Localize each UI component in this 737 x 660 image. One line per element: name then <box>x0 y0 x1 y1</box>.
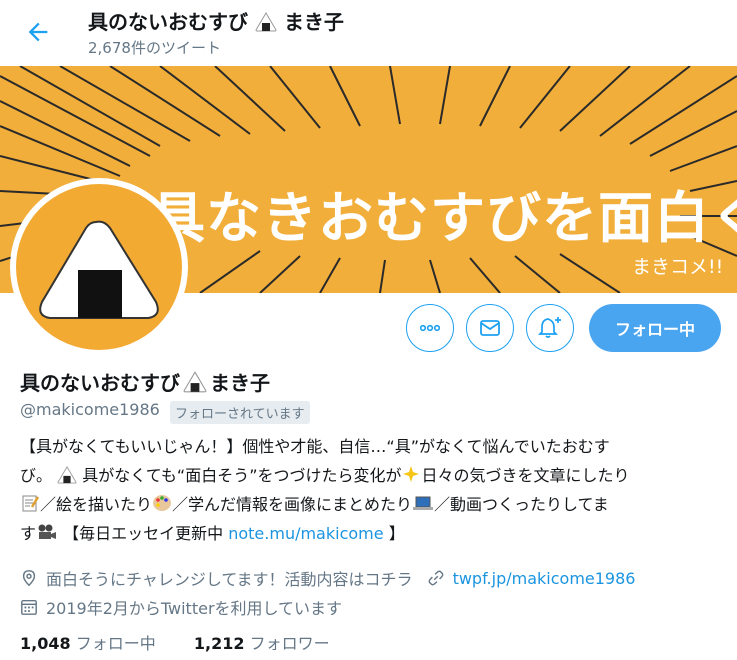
back-arrow-icon[interactable] <box>24 18 52 46</box>
banner-signature: まきコメ!! <box>632 256 724 278</box>
website-link[interactable]: twpf.jp/makicome1986 <box>453 569 636 588</box>
bio-line: す 【毎日エッセイ更新中 note.mu/makicome 】 <box>20 524 405 543</box>
bio-line: ／絵を描いたり ／学んだ情報を画像にまとめたり ／動画つくったりしてま <box>20 490 720 519</box>
location-pin-icon <box>22 570 36 587</box>
onigiri-icon <box>183 370 207 392</box>
more-button[interactable] <box>406 304 454 352</box>
tweet-count: 2,678件のツイート <box>88 39 221 57</box>
bell-plus-icon <box>537 317 561 338</box>
page-title: 具のないおむすび まき子 <box>88 10 344 34</box>
notification-button[interactable] <box>526 304 574 352</box>
memo-icon <box>22 495 40 512</box>
movie-camera-icon <box>38 524 57 539</box>
bio-line: 【具がなくてもいいじゃん！】個性や才能、自信…“具”がなくて悩んでいたおむす <box>20 437 610 456</box>
note-link[interactable]: note.mu/makicome <box>228 524 383 543</box>
joined-text: 2019年2月からTwitterを利用しています <box>46 599 343 618</box>
envelope-icon <box>480 320 500 336</box>
profile-meta-location: 面白そうにチャレンジしてます！活動内容はコチラ twpf.jp/makicome… <box>20 566 635 590</box>
follow-stats: 1,048 フォロー中 1,212 フォロワー <box>20 630 330 654</box>
sparkles-icon <box>402 466 419 482</box>
onigiri-icon <box>57 466 77 484</box>
profile-bio: 【具がなくてもいいじゃん！】個性や才能、自信…“具”がなくて悩んでいたおむす び… <box>20 432 720 548</box>
palette-icon <box>153 495 172 511</box>
following-stat[interactable]: 1,048 フォロー中 <box>20 634 156 653</box>
avatar[interactable] <box>10 178 188 356</box>
onigiri-avatar-icon <box>39 220 159 319</box>
profile-meta-joined: 2019年2月からTwitterを利用しています <box>20 595 342 619</box>
location-text: 面白そうにチャレンジしてます！活動内容はコチラ <box>46 570 413 589</box>
avatar-image <box>16 184 182 350</box>
more-icon <box>419 324 441 332</box>
laptop-icon <box>413 496 434 510</box>
follows-you-badge: フォローされています <box>170 401 310 424</box>
top-bar: 具のないおむすび まき子 2,678件のツイート <box>0 0 737 66</box>
profile-name: 具のないおむすび まき子 <box>20 370 270 395</box>
followers-stat[interactable]: 1,212 フォロワー <box>194 634 330 653</box>
link-icon <box>428 570 444 586</box>
bio-line: び。 具がなくても“面白そう”をつづけたら変化が 日々の気づきを文章にしたり <box>20 466 630 485</box>
onigiri-icon <box>255 12 277 32</box>
banner-headline: 具なきおむすびを面白く <box>150 186 737 250</box>
profile-handle: @makicome1986 <box>20 400 160 419</box>
message-button[interactable] <box>466 304 514 352</box>
following-button[interactable]: フォロー中 <box>589 304 721 352</box>
calendar-icon <box>21 599 37 615</box>
